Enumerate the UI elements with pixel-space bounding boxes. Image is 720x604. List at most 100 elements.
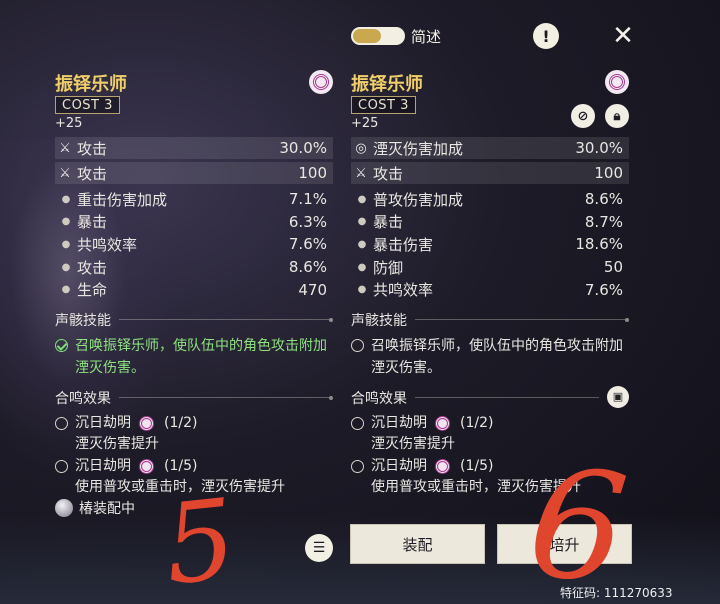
filter-list-icon[interactable]: ☰: [305, 534, 333, 562]
sub-stat-row: ● 共鸣效率 7.6%: [351, 278, 629, 301]
resonance-section-title: 合鸣效果 ▣: [351, 385, 629, 408]
echo-level: +25: [55, 116, 83, 131]
check-circle-icon: [55, 335, 75, 379]
info-icon[interactable]: !: [533, 23, 559, 49]
bullet-icon: ●: [61, 261, 71, 273]
set-count: (1/2): [164, 414, 198, 431]
main-stat-row: ⚔ 攻击 100: [55, 162, 333, 184]
equipped-indicator: 椿装配中: [55, 498, 135, 518]
stat-value: 18.6%: [575, 235, 623, 254]
bullet-icon: ●: [357, 193, 367, 205]
stat-value: 7.1%: [288, 190, 327, 209]
stat-value: 100: [298, 164, 327, 182]
cost-badge: COST 3: [351, 96, 416, 114]
section-label: 声骸技能: [55, 312, 111, 329]
stat-value: 50: [603, 258, 623, 277]
sub-stat-row: ● 生命 470: [55, 278, 333, 301]
lock-icon[interactable]: 🔒︎: [605, 104, 629, 128]
skill-section-title: 声骸技能: [55, 311, 333, 329]
circle-icon: [351, 413, 371, 434]
main-stat-row: ◎ 湮灭伤害加成 30.0%: [351, 137, 629, 159]
section-label: 合鸣效果: [351, 390, 407, 407]
sub-stat-list: ● 重击伤害加成 7.1% ● 暴击 6.3% ● 共鸣效率 7.6% ● 攻击 8.6% ● 生…: [55, 188, 333, 301]
top-bar: 简述 ! ✕: [0, 21, 720, 51]
skill-text: 召唤振铎乐师，使队伍中的角色攻击附加湮灭伤害。: [75, 337, 327, 376]
circle-icon: [55, 456, 75, 477]
havoc-set-icon: [139, 458, 154, 474]
divider: [119, 397, 329, 399]
set-desc: 湮灭伤害提升: [75, 435, 159, 452]
divider-end: [625, 317, 629, 322]
stat-value: 470: [298, 280, 327, 299]
stat-name: 暴击: [373, 213, 404, 232]
sub-stat-row: ● 共鸣效率 7.6%: [55, 233, 333, 256]
stat-value: 8.6%: [584, 190, 623, 209]
crossed-swords-icon: ⚔: [59, 140, 71, 156]
brief-toggle[interactable]: [351, 27, 405, 45]
circle-icon: [351, 456, 371, 477]
echo-actions: ⊘ 🔒︎: [571, 104, 629, 128]
brief-toggle-label: 简述: [411, 28, 442, 46]
close-icon[interactable]: ✕: [609, 21, 637, 51]
havoc-set-icon: [309, 70, 333, 94]
crossed-swords-icon: ⚔: [355, 165, 367, 181]
set-name: 沉日劫明: [371, 414, 427, 431]
bullet-icon: ●: [357, 261, 367, 273]
stat-name: 湮灭伤害加成: [373, 139, 464, 158]
stat-value: 100: [594, 164, 623, 182]
main-stat-row: ⚔ 攻击 30.0%: [55, 137, 333, 159]
stat-value: 7.6%: [288, 235, 327, 254]
bullet-icon: ●: [61, 193, 71, 205]
sub-stat-row: ● 攻击 8.6%: [55, 256, 333, 279]
set-name: 沉日劫明: [75, 414, 131, 431]
toggle-knob: [353, 29, 381, 43]
set-count: (1/2): [460, 414, 494, 431]
cost-badge: COST 3: [55, 96, 120, 114]
sub-stat-row: ● 防御 50: [351, 256, 629, 279]
resonance-item: 沉日劫明 (1/2): [55, 413, 333, 434]
set-name: 沉日劫明: [75, 457, 131, 474]
skill-text: 召唤振铎乐师，使队伍中的角色攻击附加湮灭伤害。: [371, 337, 623, 376]
divider-end: [329, 395, 333, 400]
stat-name: 共鸣效率: [373, 281, 434, 300]
echo-skill: 召唤振铎乐师，使队伍中的角色攻击附加湮灭伤害。: [351, 335, 629, 379]
current-echo-panel: 振铎乐师 COST 3 +25 ⚔ 攻击 30.0% ⚔ 攻击 100 ● 重击伤…: [55, 70, 333, 497]
stat-value: 8.6%: [288, 258, 327, 277]
annotation-five: 5: [158, 474, 242, 604]
stat-value: 6.3%: [288, 212, 327, 231]
stat-name: 共鸣效率: [77, 235, 138, 254]
bullet-icon: ●: [61, 238, 71, 250]
stat-value: 7.6%: [584, 280, 623, 299]
havoc-set-icon: [139, 415, 154, 431]
sub-stat-row: ● 普攻伤害加成 8.6%: [351, 188, 629, 211]
set-count: (1/5): [460, 457, 494, 474]
bullet-icon: ●: [357, 238, 367, 250]
stat-name: 重击伤害加成: [77, 190, 168, 209]
havoc-set-icon: [435, 415, 450, 431]
echo-skill: 召唤振铎乐师，使队伍中的角色攻击附加湮灭伤害。: [55, 335, 333, 379]
divider: [415, 397, 599, 399]
annotation-six: 6: [521, 435, 635, 604]
resonance-section-title: 合鸣效果: [55, 389, 333, 407]
equip-button[interactable]: 装配: [350, 524, 485, 564]
crossed-swords-icon: ⚔: [59, 165, 71, 181]
bullet-icon: ●: [61, 216, 71, 228]
stat-name: 攻击: [77, 139, 108, 158]
sub-stat-row: ● 暴击 6.3%: [55, 211, 333, 234]
resonance-item: 沉日劫明 (1/5): [55, 456, 333, 477]
divider: [119, 319, 329, 321]
havoc-icon: ◎: [355, 140, 367, 156]
discard-icon[interactable]: ⊘: [571, 104, 595, 128]
bullet-icon: ●: [61, 284, 71, 296]
set-detail-icon[interactable]: ▣: [607, 385, 629, 408]
equipped-label: 椿装配中: [79, 501, 135, 517]
resonance-item: 沉日劫明 (1/2): [351, 413, 629, 434]
divider: [415, 319, 625, 321]
sub-stat-row: ● 重击伤害加成 7.1%: [55, 188, 333, 211]
sub-stat-row: ● 暴击 8.7%: [351, 211, 629, 234]
divider-end: [329, 317, 333, 322]
sub-stat-list: ● 普攻伤害加成 8.6% ● 暴击 8.7% ● 暴击伤害 18.6% ● 防御 50 ● 共鸣…: [351, 188, 629, 301]
stat-name: 攻击: [77, 258, 108, 277]
stat-name: 暴击伤害: [373, 235, 434, 254]
sub-stat-row: ● 暴击伤害 18.6%: [351, 233, 629, 256]
